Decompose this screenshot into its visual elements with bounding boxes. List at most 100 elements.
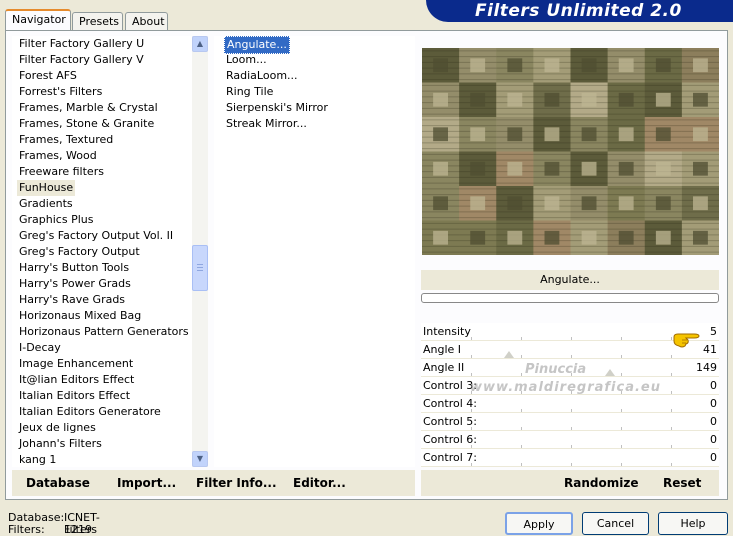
watermark-url: www.maldiregrafica.eu xyxy=(470,380,661,395)
category-item[interactable]: Filter Factory Gallery U xyxy=(19,36,144,52)
category-item[interactable]: Harry's Power Grads xyxy=(19,276,131,292)
category-item[interactable]: kang 1 xyxy=(19,452,56,467)
category-scrollbar[interactable]: ▲ ▼ xyxy=(192,36,208,467)
slider-tick xyxy=(521,337,522,340)
slider-tick xyxy=(671,463,672,466)
slider-tick xyxy=(471,373,472,376)
category-list[interactable]: Filter Factory Gallery U Filter Factory G… xyxy=(12,36,208,467)
category-item[interactable]: Italian Editors Effect xyxy=(19,388,130,404)
scroll-down-button[interactable]: ▼ xyxy=(192,451,208,467)
filter-item[interactable]: Streak Mirror... xyxy=(226,116,307,132)
category-item[interactable]: Frames, Stone & Granite xyxy=(19,116,154,132)
category-item[interactable]: FunHouse xyxy=(17,180,76,196)
parameter-value: 0 xyxy=(710,451,717,464)
filter-item[interactable]: Loom... xyxy=(226,52,267,68)
category-item[interactable]: I-Decay xyxy=(19,340,61,356)
category-item[interactable]: Graphics Plus xyxy=(19,212,93,228)
category-item[interactable]: Greg's Factory Output xyxy=(19,244,140,260)
category-item[interactable]: Frames, Wood xyxy=(19,148,97,164)
category-item[interactable]: Jeux de lignes xyxy=(19,420,96,436)
slider-tick xyxy=(571,463,572,466)
parameter-row[interactable]: Control 6: 0 xyxy=(421,431,719,449)
slider-tick xyxy=(471,337,472,340)
slider-tick xyxy=(671,355,672,358)
slider-tick xyxy=(471,355,472,358)
category-item[interactable]: Forrest's Filters xyxy=(19,84,102,100)
slider-knob[interactable] xyxy=(503,351,514,358)
parameter-row[interactable]: Control 5: 0 xyxy=(421,413,719,431)
category-item[interactable]: Frames, Marble & Crystal xyxy=(19,100,158,116)
apply-button[interactable]: Apply xyxy=(505,512,573,535)
parameter-label: Control 5: xyxy=(423,415,477,428)
slider-tick xyxy=(571,409,572,412)
preview-image xyxy=(422,48,719,255)
tab-navigator[interactable]: Navigator xyxy=(5,9,71,31)
slider-knob[interactable] xyxy=(605,369,616,376)
parameter-label: Intensity xyxy=(423,325,471,338)
category-item[interactable]: It@lian Editors Effect xyxy=(19,372,134,388)
reset-button[interactable]: Reset xyxy=(663,476,701,490)
editor-button[interactable]: Editor... xyxy=(293,476,346,490)
slider-tick xyxy=(621,337,622,340)
category-item[interactable]: Italian Editors Generatore xyxy=(19,404,161,420)
slider-tick xyxy=(521,355,522,358)
tab-presets[interactable]: Presets xyxy=(72,12,123,30)
parameter-value: 0 xyxy=(710,433,717,446)
help-button[interactable]: Help xyxy=(658,512,728,535)
filter-item[interactable]: Ring Tile xyxy=(226,84,273,100)
scroll-thumb[interactable] xyxy=(192,245,208,291)
slider-tick xyxy=(521,409,522,412)
slider-tick xyxy=(571,427,572,430)
category-item[interactable]: Horizonaus Mixed Bag xyxy=(19,308,141,324)
parameter-label: Control 4: xyxy=(423,397,477,410)
filter-item[interactable]: Sierpenski's Mirror xyxy=(226,100,328,116)
slider-tick xyxy=(471,445,472,448)
slider-tick xyxy=(471,463,472,466)
database-button[interactable]: Database xyxy=(26,476,90,490)
category-item[interactable]: Horizonaus Pattern Generators xyxy=(19,324,189,340)
randomize-button[interactable]: Randomize xyxy=(564,476,638,490)
slider-tick xyxy=(571,445,572,448)
parameter-label: Angle II xyxy=(423,361,465,374)
parameter-row[interactable]: Control 4: 0 xyxy=(421,395,719,413)
category-item[interactable]: Forest AFS xyxy=(19,68,77,84)
progress-bar xyxy=(421,293,719,303)
filter-item[interactable]: RadiaLoom... xyxy=(226,68,298,84)
filter-list[interactable]: Angulate... Loom... RadiaLoom... Ring Tile S… xyxy=(214,36,415,467)
slider-tick xyxy=(621,409,622,412)
right-toolbar: Randomize Reset xyxy=(421,470,719,496)
category-item[interactable]: Image Enhancement xyxy=(19,356,133,372)
pointing-hand-icon xyxy=(673,333,700,348)
parameter-value: 149 xyxy=(696,361,717,374)
slider-tick xyxy=(521,427,522,430)
category-item[interactable]: Filter Factory Gallery V xyxy=(19,52,144,68)
slider-tick xyxy=(471,409,472,412)
cancel-button[interactable]: Cancel xyxy=(582,512,649,535)
parameter-row[interactable]: Control 7: 0 xyxy=(421,449,719,467)
slider-tick xyxy=(671,427,672,430)
category-item[interactable]: Johann's Filters xyxy=(19,436,102,452)
parameter-label: Control 6: xyxy=(423,433,477,446)
filter-name-label: Angulate... xyxy=(421,270,719,290)
parameter-value: 0 xyxy=(710,379,717,392)
slider-tick xyxy=(521,463,522,466)
category-item[interactable]: Harry's Rave Grads xyxy=(19,292,125,308)
scroll-up-button[interactable]: ▲ xyxy=(192,36,208,52)
watermark-name: Pinuccia xyxy=(525,362,587,377)
slider-tick xyxy=(571,337,572,340)
parameter-value: 0 xyxy=(710,415,717,428)
filter-info-button[interactable]: Filter Info... xyxy=(196,476,277,490)
slider-tick xyxy=(521,445,522,448)
category-item[interactable]: Freeware filters xyxy=(19,164,104,180)
category-item[interactable]: Harry's Button Tools xyxy=(19,260,129,276)
status-area: Database: ICNET-Filters Filters: 1219 xyxy=(8,512,100,536)
slider-tick xyxy=(621,445,622,448)
category-item[interactable]: Greg's Factory Output Vol. II xyxy=(19,228,173,244)
import-button[interactable]: Import... xyxy=(117,476,176,490)
filters-status-label: Filters: xyxy=(8,523,45,536)
category-item[interactable]: Frames, Textured xyxy=(19,132,113,148)
tab-about[interactable]: About xyxy=(125,12,168,30)
parameter-value: 0 xyxy=(710,397,717,410)
slider-tick xyxy=(671,391,672,394)
category-item[interactable]: Gradients xyxy=(19,196,73,212)
